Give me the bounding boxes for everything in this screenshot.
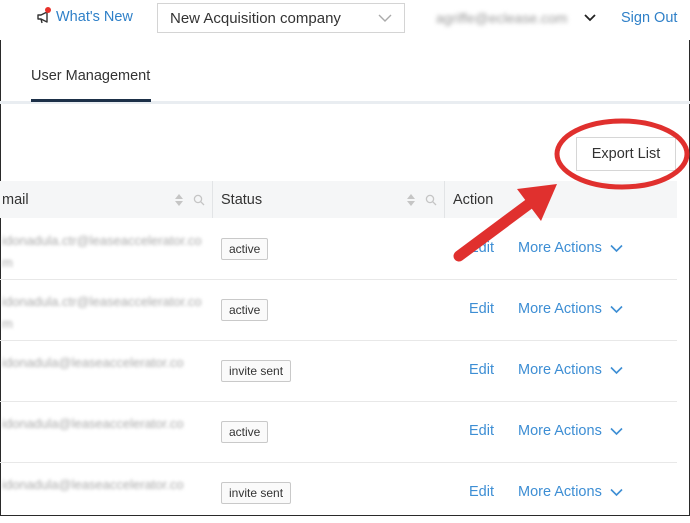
company-select-value: New Acquisition company bbox=[170, 9, 341, 27]
more-actions-dropdown[interactable]: More Actions bbox=[518, 484, 623, 500]
chevron-down-icon bbox=[610, 366, 623, 374]
sort-icon[interactable] bbox=[406, 193, 416, 212]
column-divider bbox=[444, 181, 445, 218]
more-actions-dropdown[interactable]: More Actions bbox=[518, 362, 623, 378]
table-header: mail Status Action bbox=[0, 181, 677, 218]
row-email: idonadula@leaseaccelerator.co bbox=[2, 355, 184, 370]
chevron-down-icon bbox=[610, 244, 623, 252]
account-menu-chevron-icon[interactable] bbox=[583, 11, 597, 30]
edit-link[interactable]: Edit bbox=[469, 301, 494, 317]
column-header-email[interactable]: mail bbox=[2, 181, 29, 218]
notification-dot bbox=[45, 7, 51, 13]
chevron-down-icon bbox=[610, 488, 623, 496]
row-email: idonadula@leaseaccelerator.co bbox=[2, 477, 184, 492]
status-badge: invite sent bbox=[221, 360, 292, 382]
active-tab-indicator bbox=[31, 99, 151, 102]
chevron-down-icon bbox=[610, 427, 623, 435]
row-email: idonadula@leaseaccelerator.co bbox=[2, 416, 184, 431]
column-header-action: Action bbox=[453, 191, 494, 208]
more-actions-label: More Actions bbox=[518, 484, 602, 500]
more-actions-dropdown[interactable]: More Actions bbox=[518, 240, 623, 256]
edit-link[interactable]: Edit bbox=[469, 362, 494, 378]
edit-link[interactable]: Edit bbox=[469, 423, 494, 439]
more-actions-label: More Actions bbox=[518, 301, 602, 317]
more-actions-label: More Actions bbox=[518, 240, 602, 256]
edit-link[interactable]: Edit bbox=[469, 240, 494, 256]
row-email: idonadula.ctr@leaseaccelerator.com bbox=[2, 294, 202, 331]
sort-icon[interactable] bbox=[174, 193, 184, 212]
more-actions-dropdown[interactable]: More Actions bbox=[518, 301, 623, 317]
table-row: idonadula.ctr@leaseaccelerator.com activ… bbox=[0, 218, 677, 280]
column-header-status[interactable]: Status bbox=[221, 181, 262, 218]
chevron-down-icon bbox=[378, 11, 392, 29]
table-row: idonadula@leaseaccelerator.co invite sen… bbox=[0, 340, 677, 402]
more-actions-dropdown[interactable]: More Actions bbox=[518, 423, 623, 439]
more-actions-label: More Actions bbox=[518, 362, 602, 378]
status-badge: active bbox=[221, 238, 269, 260]
company-select[interactable]: New Acquisition company bbox=[157, 3, 405, 33]
more-actions-label: More Actions bbox=[518, 423, 602, 439]
status-badge: active bbox=[221, 299, 269, 321]
table-row: idonadula@leaseaccelerator.co invite sen… bbox=[0, 462, 677, 523]
status-badge: active bbox=[221, 421, 269, 443]
column-divider bbox=[212, 181, 213, 218]
sign-out-link[interactable]: Sign Out bbox=[621, 10, 677, 26]
export-list-button[interactable]: Export List bbox=[576, 137, 676, 171]
tab-user-management[interactable]: User Management bbox=[31, 68, 150, 84]
status-badge: invite sent bbox=[221, 482, 292, 504]
megaphone-icon bbox=[36, 7, 52, 25]
whats-new-label[interactable]: What's New bbox=[56, 9, 133, 25]
search-icon[interactable] bbox=[425, 193, 437, 211]
table-row: idonadula.ctr@leaseaccelerator.com activ… bbox=[0, 279, 677, 341]
top-bar: What's New New Acquisition company agrif… bbox=[0, 0, 690, 40]
table-row: idonadula@leaseaccelerator.co active Edi… bbox=[0, 401, 677, 463]
edit-link[interactable]: Edit bbox=[469, 484, 494, 500]
chevron-down-icon bbox=[610, 305, 623, 313]
user-email: agriffe@eclease.com bbox=[436, 10, 568, 26]
search-icon[interactable] bbox=[193, 193, 205, 211]
whats-new-link[interactable]: What's New bbox=[36, 7, 133, 25]
row-email: idonadula.ctr@leaseaccelerator.com bbox=[2, 233, 202, 270]
